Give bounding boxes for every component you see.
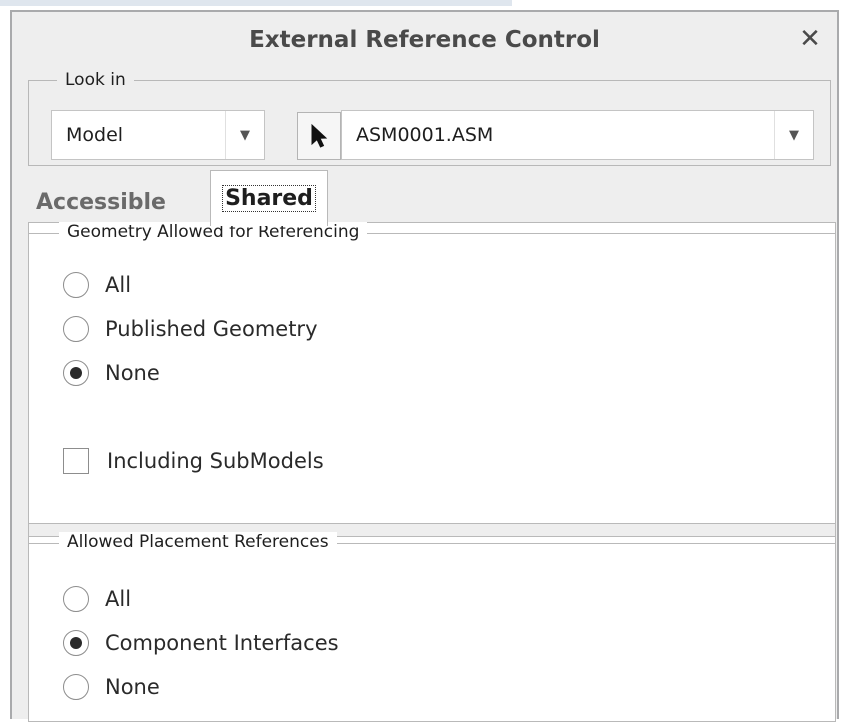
option-label: Component Interfaces <box>105 631 339 655</box>
assembly-value: ASM0001.ASM <box>356 124 494 146</box>
option-label: None <box>105 361 160 385</box>
radio-button-selected[interactable] <box>63 630 89 656</box>
tab-accessible-label: Accessible <box>36 189 166 215</box>
radio-button[interactable] <box>63 272 89 298</box>
close-button[interactable]: ✕ <box>797 24 823 54</box>
arrow-cursor-icon <box>311 123 328 148</box>
close-icon: ✕ <box>799 24 821 54</box>
dialog-title: External Reference Control <box>249 27 600 53</box>
radio-dot <box>70 367 82 379</box>
assembly-dropdown[interactable]: ASM0001.ASM ▼ <box>341 110 814 160</box>
option-label: All <box>105 273 132 297</box>
radio-button-selected[interactable] <box>63 360 89 386</box>
placement-section: Allowed Placement References All Compone… <box>29 532 835 723</box>
placement-option-component-interfaces[interactable]: Component Interfaces <box>63 630 339 656</box>
geometry-option-all[interactable]: All <box>63 272 131 298</box>
option-label: Including SubModels <box>107 449 324 473</box>
tab-shared[interactable]: Shared <box>210 170 328 226</box>
geometry-section: Geometry Allowed for Referencing All Pub… <box>29 222 835 529</box>
including-submodels-checkbox[interactable] <box>63 448 89 474</box>
chevron-down-icon: ▼ <box>225 111 264 159</box>
select-model-button[interactable] <box>297 112 341 160</box>
placement-option-none[interactable]: None <box>63 674 160 700</box>
look-in-group: Look in Model ▼ ASM0001.ASM ▼ <box>28 70 831 166</box>
including-submodels-option[interactable]: Including SubModels <box>63 448 324 474</box>
radio-button[interactable] <box>63 674 89 700</box>
model-type-dropdown[interactable]: Model ▼ <box>51 110 265 160</box>
external-reference-control-dialog: External Reference Control ✕ Look in Mod… <box>10 10 839 722</box>
tab-shared-label: Shared <box>222 185 316 212</box>
placement-option-all[interactable]: All <box>63 586 131 612</box>
model-type-value: Model <box>66 124 124 146</box>
dialog-titlebar[interactable]: External Reference Control ✕ <box>12 12 837 68</box>
option-label: All <box>105 587 132 611</box>
shared-tab-panel: Geometry Allowed for Referencing All Pub… <box>28 222 836 722</box>
radio-button[interactable] <box>63 586 89 612</box>
radio-button[interactable] <box>63 316 89 342</box>
placement-section-title: Allowed Placement References <box>59 532 337 552</box>
look-in-legend: Look in <box>65 70 126 90</box>
geometry-option-published-geometry[interactable]: Published Geometry <box>63 316 318 342</box>
tab-bar: Accessible Shared <box>26 170 836 226</box>
chevron-down-icon: ▼ <box>774 111 813 159</box>
option-label: None <box>105 675 160 699</box>
option-label: Published Geometry <box>105 317 318 341</box>
radio-dot <box>70 637 82 649</box>
background-window-strip <box>0 0 512 6</box>
geometry-option-none[interactable]: None <box>63 360 160 386</box>
